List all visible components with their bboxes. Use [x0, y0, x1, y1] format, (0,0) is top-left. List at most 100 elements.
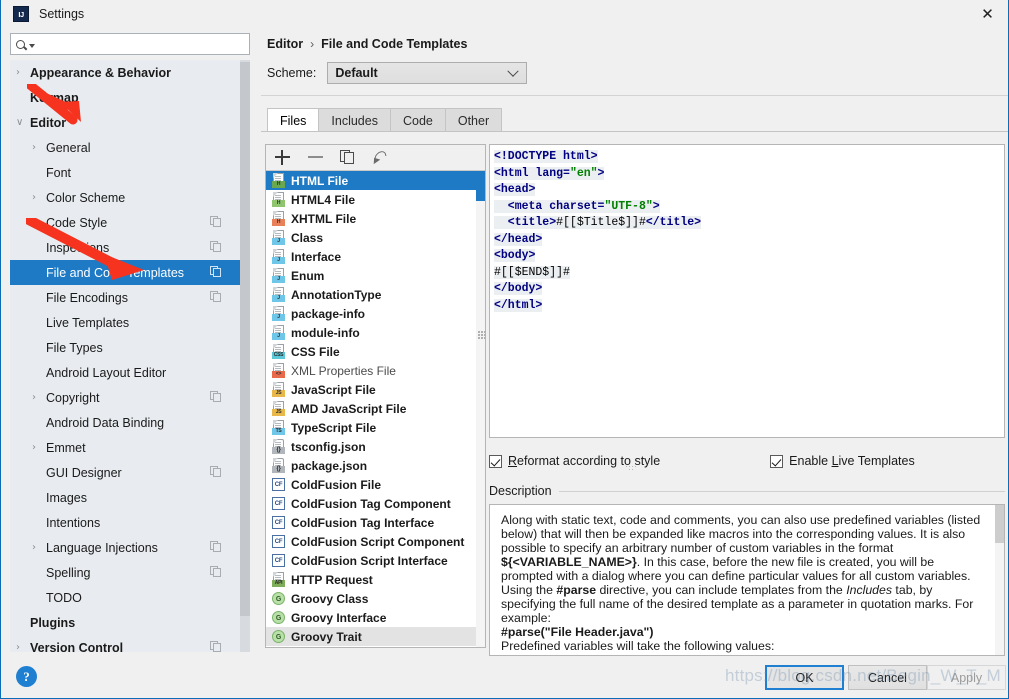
remove-template-button[interactable] [307, 149, 324, 166]
sidebar-item-general[interactable]: › General [10, 135, 240, 160]
sidebar-item-code-style[interactable]: › Code Style [10, 210, 240, 235]
list-item[interactable]: G Groovy Interface [266, 608, 476, 627]
description-scrollbar-track[interactable] [995, 505, 1004, 655]
template-code-editor[interactable]: <!DOCTYPE html> <html lang="en"> <head> <m… [489, 144, 1005, 438]
sidebar-item-android-data-binding[interactable]: Android Data Binding [10, 410, 240, 435]
search-input[interactable] [40, 35, 249, 53]
copy-settings-icon[interactable] [210, 266, 222, 278]
sidebar-item-editor[interactable]: ∨ Editor [10, 110, 240, 135]
list-item[interactable]: H HTML4 File [266, 190, 476, 209]
chevron-right-icon[interactable]: › [32, 442, 46, 453]
chevron-right-icon[interactable]: › [32, 542, 46, 553]
list-item[interactable]: CF ColdFusion Tag Component [266, 494, 476, 513]
sidebar-item-language-injections[interactable]: › Language Injections [10, 535, 240, 560]
list-item[interactable]: H XHTML File [266, 209, 476, 228]
list-item[interactable]: J Enum [266, 266, 476, 285]
sidebar-item-spelling[interactable]: Spelling [10, 560, 240, 585]
sidebar-item-android-layout-editor[interactable]: Android Layout Editor [10, 360, 240, 385]
scheme-dropdown[interactable]: Default [327, 62, 528, 84]
list-item[interactable]: J AnnotationType [266, 285, 476, 304]
sidebar-item-file-encodings[interactable]: File Encodings [10, 285, 240, 310]
sidebar-item-plugins[interactable]: Plugins [10, 610, 240, 635]
sidebar-item-file-and-code-templates[interactable]: File and Code Templates [10, 260, 240, 285]
sidebar-item-copyright[interactable]: › Copyright [10, 385, 240, 410]
reset-template-button[interactable] [372, 148, 390, 166]
sidebar-item-font[interactable]: Font [10, 160, 240, 185]
sidebar-item-images[interactable]: Images [10, 485, 240, 510]
copy-settings-icon[interactable] [210, 641, 222, 652]
template-code-text[interactable]: <!DOCTYPE html> <html lang="en"> <head> <m… [494, 149, 1000, 433]
copy-settings-icon[interactable] [210, 291, 222, 303]
template-name: ColdFusion Tag Component [291, 496, 451, 511]
list-item[interactable]: JS JavaScript File [266, 380, 476, 399]
sidebar-item-file-types[interactable]: File Types [10, 335, 240, 360]
ok-button[interactable]: OK [765, 665, 844, 690]
apply-button[interactable]: Apply [927, 665, 1006, 690]
copy-settings-icon[interactable] [210, 391, 222, 403]
template-list-scrollbar-thumb[interactable] [476, 171, 485, 201]
sidebar-item-appearance-behavior[interactable]: › Appearance & Behavior [10, 60, 240, 85]
tab-other[interactable]: Other [444, 108, 503, 132]
list-item[interactable]: CF ColdFusion Tag Interface [266, 513, 476, 532]
settings-category-tree[interactable]: › Appearance & Behavior Keymap ∨ Editor › Gene… [10, 60, 250, 652]
list-item[interactable]: Jpackage-info [266, 304, 476, 323]
list-item[interactable]: {} package.json [266, 456, 476, 475]
list-item[interactable]: TS TypeScript File [266, 418, 476, 437]
tab-files[interactable]: Files [267, 108, 320, 132]
description-scrollbar-thumb[interactable] [995, 505, 1004, 543]
list-item[interactable]: J Interface [266, 247, 476, 266]
template-list-scrollbar-track[interactable] [476, 171, 485, 647]
enable-live-templates-checkbox[interactable]: Enable Live Templates [770, 454, 915, 468]
sidebar-item-gui-designer[interactable]: GUI Designer [10, 460, 240, 485]
copy-template-button[interactable] [340, 149, 357, 166]
sidebar-item-live-templates[interactable]: Live Templates [10, 310, 240, 335]
chevron-down-icon[interactable]: ∨ [16, 117, 30, 128]
copy-settings-icon[interactable] [210, 566, 222, 578]
list-item[interactable]: CF ColdFusion Script Interface [266, 551, 476, 570]
list-item[interactable]: Jmodule-info [266, 323, 476, 342]
list-item[interactable]: G Groovy Trait [266, 627, 476, 646]
sidebar-item-intentions[interactable]: Intentions [10, 510, 240, 535]
tab-includes[interactable]: Includes [318, 108, 391, 132]
list-item[interactable]: {} tsconfig.json [266, 437, 476, 456]
list-item[interactable]: G Groovy Class [266, 589, 476, 608]
http-request-icon: API [272, 572, 285, 587]
copy-settings-icon[interactable] [210, 241, 222, 253]
sidebar-item-label: TODO [46, 590, 82, 605]
close-icon[interactable]: ✕ [965, 0, 1008, 28]
chevron-right-icon[interactable]: › [32, 217, 46, 228]
chevron-right-icon[interactable]: › [16, 67, 30, 78]
sidebar-scrollbar-track[interactable] [240, 60, 250, 652]
chevron-right-icon[interactable]: › [32, 192, 46, 203]
sidebar-item-emmet[interactable]: › Emmet [10, 435, 240, 460]
sidebar-item-version-control[interactable]: › Version Control [10, 635, 240, 652]
list-item[interactable]: CSS CSS File [266, 342, 476, 361]
add-template-button[interactable] [274, 149, 291, 166]
cancel-button[interactable]: Cancel [848, 665, 927, 690]
list-item[interactable]: CF ColdFusion File [266, 475, 476, 494]
list-item[interactable]: <> XML Properties File [266, 361, 476, 380]
list-item[interactable]: API HTTP Request [266, 570, 476, 589]
help-icon[interactable]: ? [16, 666, 37, 687]
checkbox-box[interactable] [489, 454, 502, 468]
chevron-right-icon[interactable]: › [32, 392, 46, 403]
copy-settings-icon[interactable] [210, 466, 222, 478]
sidebar-item-inspections[interactable]: Inspections [10, 235, 240, 260]
search-field[interactable] [10, 33, 250, 55]
tab-code[interactable]: Code [389, 108, 446, 132]
list-item[interactable]: JS AMD JavaScript File [266, 399, 476, 418]
sidebar-item-keymap[interactable]: Keymap [10, 85, 240, 110]
sidebar-item-todo[interactable]: TODO [10, 585, 240, 610]
splitter-handle[interactable] [477, 328, 487, 342]
sidebar-item-color-scheme[interactable]: › Color Scheme [10, 185, 240, 210]
copy-settings-icon[interactable] [210, 216, 222, 228]
sidebar-scrollbar-thumb[interactable] [240, 62, 250, 616]
list-item[interactable]: J Class [266, 228, 476, 247]
list-item[interactable]: CF ColdFusion Script Component [266, 532, 476, 551]
list-item[interactable]: H HTML File [266, 171, 476, 190]
breadcrumb-parent[interactable]: Editor [267, 37, 303, 51]
chevron-right-icon[interactable]: › [16, 642, 30, 652]
copy-settings-icon[interactable] [210, 541, 222, 553]
checkbox-box[interactable] [770, 454, 784, 468]
chevron-right-icon[interactable]: › [32, 142, 46, 153]
